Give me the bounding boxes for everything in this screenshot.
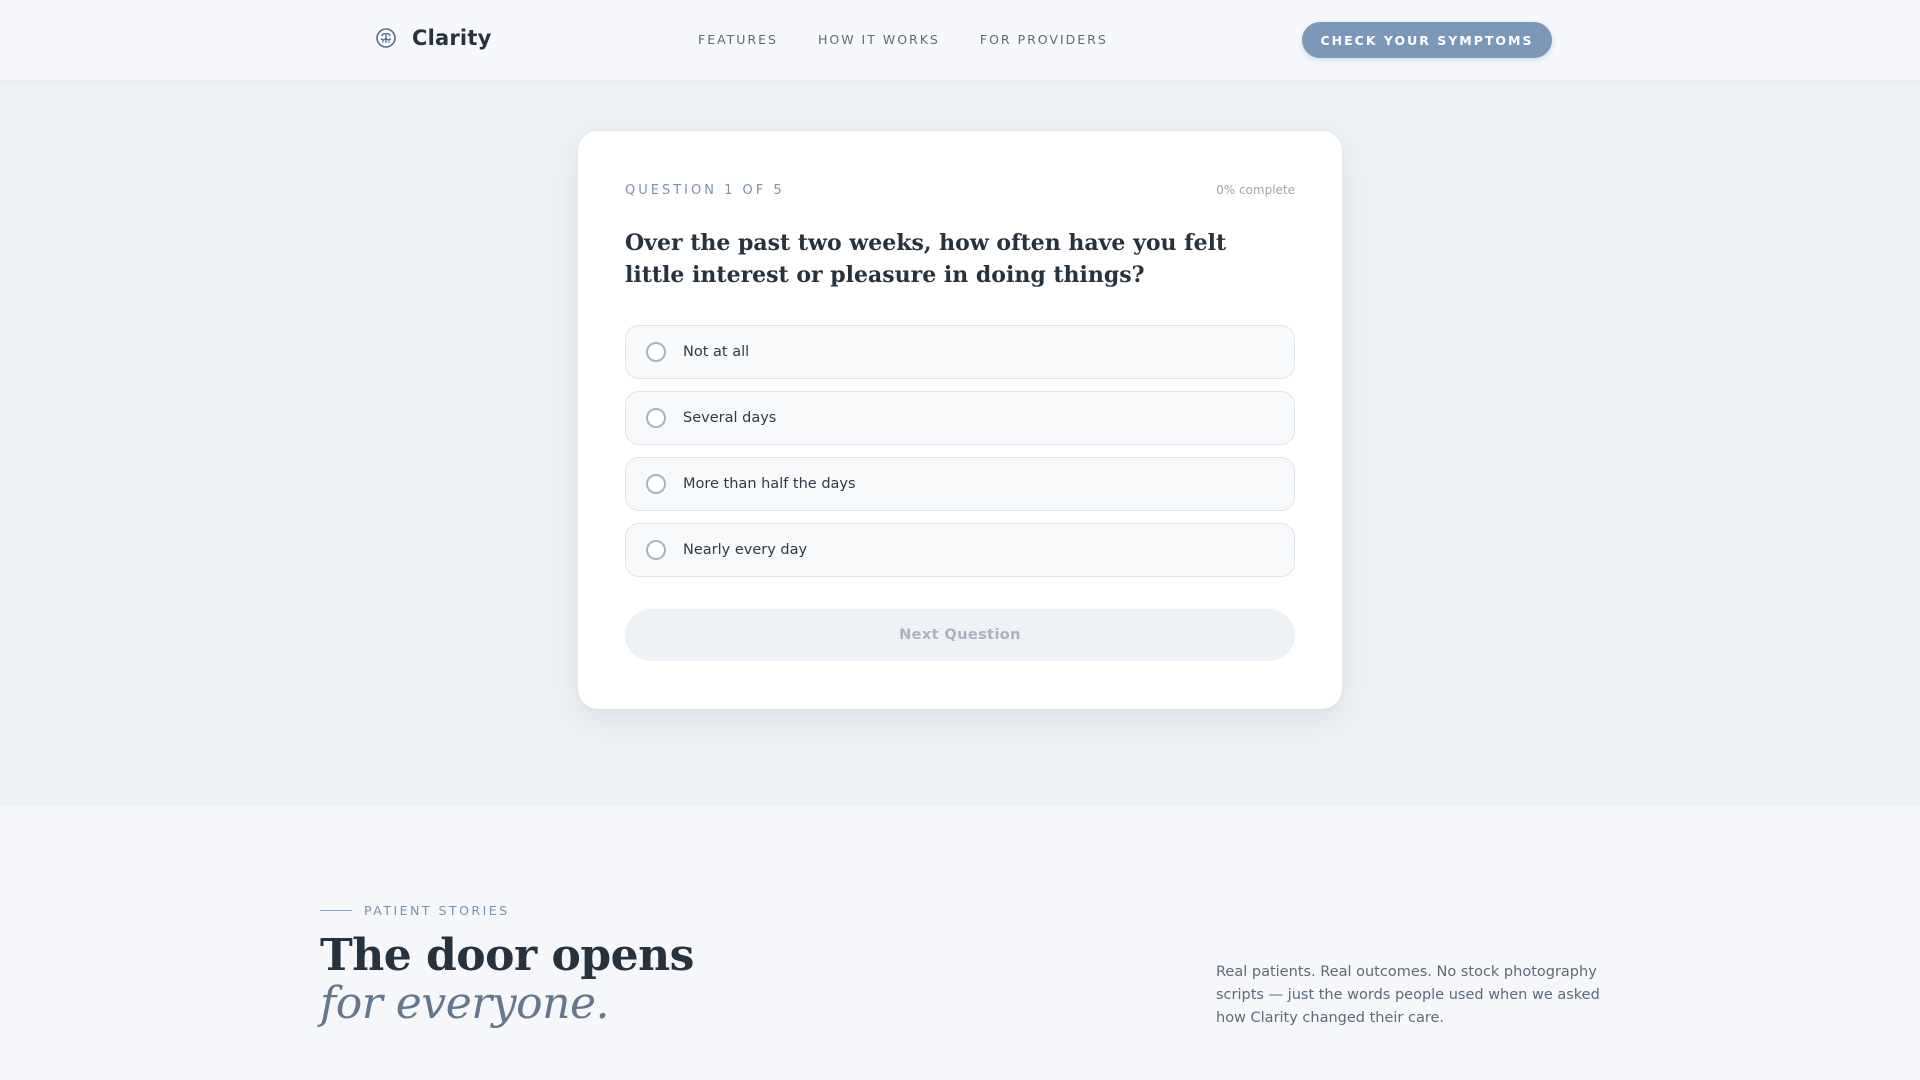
- question-progress-label: QUESTION 1 OF 5: [625, 183, 785, 198]
- answer-option-several-days[interactable]: Several days: [625, 391, 1295, 445]
- stories-headline: The door opens: [320, 930, 694, 981]
- check-symptoms-button[interactable]: CHECK YOUR SYMPTOMS: [1302, 22, 1552, 58]
- stories-headline-italic: for everyone.: [320, 978, 609, 1029]
- site-header: Clarity FEATURES HOW IT WORKS FOR PROVID…: [0, 0, 1920, 80]
- radio-button[interactable]: [646, 408, 666, 428]
- answer-option-not-at-all[interactable]: Not at all: [625, 325, 1295, 379]
- nav-link-how-it-works[interactable]: HOW IT WORKS: [818, 32, 940, 47]
- nav-link-for-providers[interactable]: FOR PROVIDERS: [980, 32, 1108, 47]
- answer-options: Not at all Several days More than half t…: [625, 325, 1295, 589]
- logo-text: Clarity: [412, 26, 492, 50]
- quiz-section: QUESTION 1 OF 5 0% complete Over the pas…: [0, 80, 1920, 806]
- answer-option-label: Nearly every day: [683, 542, 808, 558]
- eyebrow-divider: [320, 910, 352, 911]
- logo[interactable]: Clarity: [374, 26, 491, 50]
- patient-stories-section: PATIENT STORIES The door opens for every…: [0, 806, 1920, 1080]
- brain-icon: [376, 28, 396, 48]
- nav-link-features[interactable]: FEATURES: [698, 32, 778, 47]
- radio-button[interactable]: [646, 342, 666, 362]
- main-nav: FEATURES HOW IT WORKS FOR PROVIDERS: [698, 32, 1108, 47]
- quiz-card: QUESTION 1 OF 5 0% complete Over the pas…: [578, 131, 1342, 709]
- eyebrow-label: PATIENT STORIES: [364, 903, 510, 918]
- stories-description: Real patients. Real outcomes. No stock p…: [1216, 964, 1600, 1026]
- answer-option-label: More than half the days: [683, 476, 856, 492]
- answer-option-label: Several days: [683, 410, 777, 426]
- radio-button[interactable]: [646, 474, 666, 494]
- question-text: Over the past two weeks, how often have …: [625, 230, 1227, 288]
- section-eyebrow: PATIENT STORIES: [320, 903, 510, 918]
- radio-button[interactable]: [646, 540, 666, 560]
- percent-complete: 0% complete: [1216, 183, 1295, 197]
- answer-option-nearly-every-day[interactable]: Nearly every day: [625, 523, 1295, 577]
- next-question-button[interactable]: Next Question: [625, 609, 1295, 661]
- answer-option-label: Not at all: [683, 344, 750, 360]
- answer-option-more-than-half[interactable]: More than half the days: [625, 457, 1295, 511]
